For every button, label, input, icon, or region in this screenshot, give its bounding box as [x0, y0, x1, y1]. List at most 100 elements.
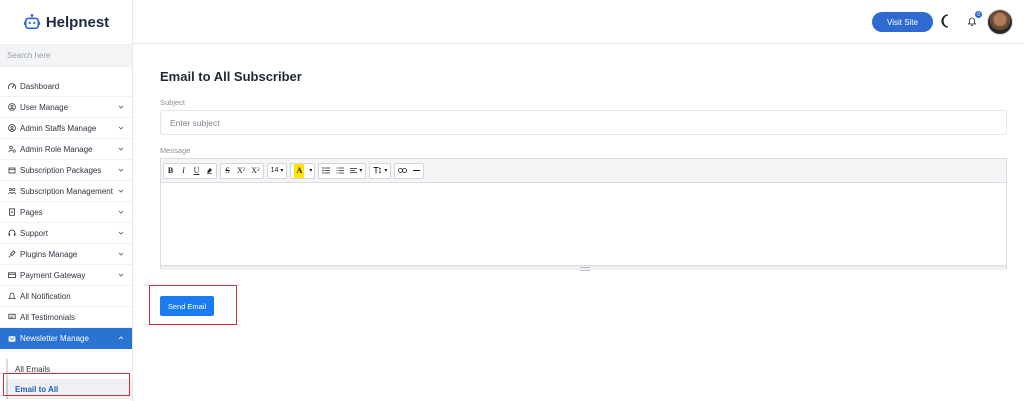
search-input[interactable] [7, 51, 117, 60]
text-color-button[interactable]: A [291, 163, 307, 178]
ordered-list-button[interactable] [333, 164, 347, 178]
font-size-dropdown[interactable]: 14 [268, 164, 287, 178]
chevron-down-icon [118, 210, 124, 214]
highlight-box-send-email [149, 285, 237, 325]
align-icon [350, 167, 358, 173]
message-label: Message [160, 146, 191, 155]
horizontal-rule-icon [413, 170, 421, 171]
message-editor: B I U S X2 X2 14 A ▾ [160, 158, 1007, 271]
unordered-list-button[interactable] [319, 164, 333, 178]
sidebar-item-admin-role-manage[interactable]: Admin Role Manage [0, 139, 132, 160]
bold-button[interactable]: B [164, 164, 177, 178]
sidebar-item-label: Payment Gateway [20, 270, 86, 280]
sidebar-item-label: Dashboard [20, 81, 60, 91]
sidebar-item-support[interactable]: Support [0, 223, 132, 244]
chevron-down-icon [118, 273, 124, 277]
chevron-down-icon [118, 126, 124, 130]
newsletter-icon [7, 334, 16, 343]
underline-button[interactable]: U [190, 164, 203, 178]
bullet-list-icon [322, 167, 331, 174]
eraser-button[interactable] [203, 164, 216, 178]
italic-button[interactable]: I [177, 164, 190, 178]
chevron-down-icon [118, 105, 124, 109]
user-circle-icon [7, 103, 16, 112]
sidebar-item-label: Subscription Packages [20, 165, 102, 175]
visit-site-button[interactable]: Visit Site [872, 12, 933, 32]
sidebar-item-label: Pages [20, 207, 43, 217]
sidebar-item-label: Support [20, 228, 49, 238]
page-title: Email to All Subscriber [160, 69, 302, 84]
horizontal-rule-button[interactable] [410, 164, 423, 178]
sidebar-item-plugins-manage[interactable]: Plugins Manage [0, 244, 132, 265]
color-dropdown-button[interactable]: ▾ [307, 164, 314, 178]
sidebar-item-label: Subscription Management [20, 186, 113, 196]
eraser-icon [207, 168, 212, 174]
app: Helpnest Dashboard User Manage Admin Staff… [0, 0, 1024, 401]
chevron-down-icon [118, 189, 124, 193]
paragraph-align-dropdown[interactable] [347, 164, 365, 178]
notification-badge: 0 [975, 11, 982, 18]
subject-label: Subject [160, 98, 186, 107]
chevron-up-icon [118, 336, 124, 340]
highlight-box-email-to-all [3, 373, 130, 396]
subject-input[interactable] [160, 110, 1007, 135]
card-icon [7, 271, 16, 280]
link-icon [398, 168, 408, 173]
headset-icon [7, 229, 16, 238]
sidebar-item-all-notification[interactable]: All Notification [0, 286, 132, 307]
toolbar-group-insert [394, 162, 425, 179]
brand-name: Helpnest [45, 13, 110, 31]
sidebar-item-label: Admin Staffs Manage [20, 123, 97, 133]
toolbar-group-script: S X2 X2 [220, 162, 264, 179]
numbered-list-icon [336, 167, 345, 174]
sidebar-item-all-testimonials[interactable]: All Testimonials [0, 307, 132, 328]
editor-toolbar: B I U S X2 X2 14 A ▾ [161, 159, 1006, 183]
sidebar-item-label: All Testimonials [20, 312, 75, 322]
sidebar-item-label: User Manage [20, 102, 69, 112]
sidebar-nav: Dashboard User Manage Admin Staffs Manage A… [0, 76, 132, 349]
sidebar-item-pages[interactable]: Pages [0, 202, 132, 223]
bell-icon [7, 292, 16, 301]
robot-logo-icon [23, 13, 40, 30]
user-circle-icon [7, 124, 16, 133]
dashboard-icon [7, 82, 16, 91]
message-edit-area[interactable] [161, 183, 1006, 265]
sidebar-item-payment-gateway[interactable]: Payment Gateway [0, 265, 132, 286]
sidebar-search [0, 44, 132, 67]
strikethrough-button[interactable]: S [221, 164, 234, 178]
editor-resize-handle[interactable] [161, 265, 1006, 271]
topbar: Visit Site 0 [133, 0, 1024, 44]
sidebar-item-subscription-management[interactable]: Subscription Management [0, 181, 132, 202]
moon-icon[interactable] [940, 14, 952, 28]
toolbar-group-height [369, 162, 392, 179]
sidebar-item-user-manage[interactable]: User Manage [0, 97, 132, 118]
user-role-icon [7, 145, 16, 154]
sidebar-item-admin-staffs-manage[interactable]: Admin Staffs Manage [0, 118, 132, 139]
users-icon [7, 187, 16, 196]
highlight-color-icon: A [294, 163, 305, 178]
superscript-button[interactable]: X2 [234, 164, 248, 178]
brand[interactable]: Helpnest [0, 0, 132, 44]
sidebar-item-label: Newsletter Manage [20, 334, 89, 343]
sidebar-item-label: Plugins Manage [20, 249, 78, 259]
chevron-down-icon [118, 168, 124, 172]
sidebar-item-subscription-packages[interactable]: Subscription Packages [0, 160, 132, 181]
page-icon [7, 208, 16, 217]
bell-icon[interactable] [968, 17, 976, 26]
chat-icon [7, 313, 16, 322]
toolbar-group-fontsize: 14 [266, 162, 288, 179]
chevron-down-icon [118, 252, 124, 256]
toolbar-group-lists [318, 162, 367, 179]
sidebar-item-dashboard[interactable]: Dashboard [0, 76, 132, 97]
toolbar-group-style: B I U [163, 162, 217, 179]
link-button[interactable] [395, 164, 410, 178]
line-height-dropdown[interactable] [370, 164, 390, 178]
sidebar: Helpnest Dashboard User Manage Admin Staff… [0, 0, 133, 401]
sidebar-item-label: Admin Role Manage [20, 144, 93, 154]
package-icon [7, 166, 16, 175]
avatar[interactable] [987, 9, 1013, 35]
sidebar-item-newsletter-manage[interactable]: Newsletter Manage [0, 328, 132, 349]
sidebar-item-label: All Notification [20, 291, 71, 301]
subscript-button[interactable]: X2 [248, 164, 262, 178]
text-height-icon [373, 167, 382, 174]
